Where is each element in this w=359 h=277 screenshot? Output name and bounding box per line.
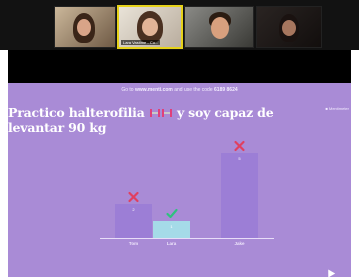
participant-face (282, 20, 296, 36)
participant-tile-active[interactable]: Lara Vastime - Cu... (117, 5, 183, 49)
mentimeter-slide: Go to www.menti.com and use the code 618… (8, 83, 351, 277)
participant-tile[interactable] (256, 6, 322, 48)
participant-name: Lara Vastime - Cu... (121, 40, 161, 45)
category-label: Jake (234, 241, 245, 246)
category-label: Tom (129, 241, 138, 246)
participant-face (211, 17, 229, 39)
participant-face (142, 18, 158, 36)
participant-tile[interactable] (54, 6, 116, 48)
category-label: Lara (167, 241, 177, 246)
results-bar-chart: 2Tom1Lara5Jake (100, 140, 274, 246)
zoom-window: Lara Vastime - Cu... Go to www.menti.com… (0, 0, 359, 277)
bar-jake (221, 153, 258, 238)
participant-tile[interactable] (184, 6, 254, 48)
video-gallery-strip: Lara Vastime - Cu... (0, 0, 359, 50)
participant-face (77, 19, 91, 36)
black-bar (8, 50, 351, 83)
correct-mark-icon (166, 208, 178, 219)
